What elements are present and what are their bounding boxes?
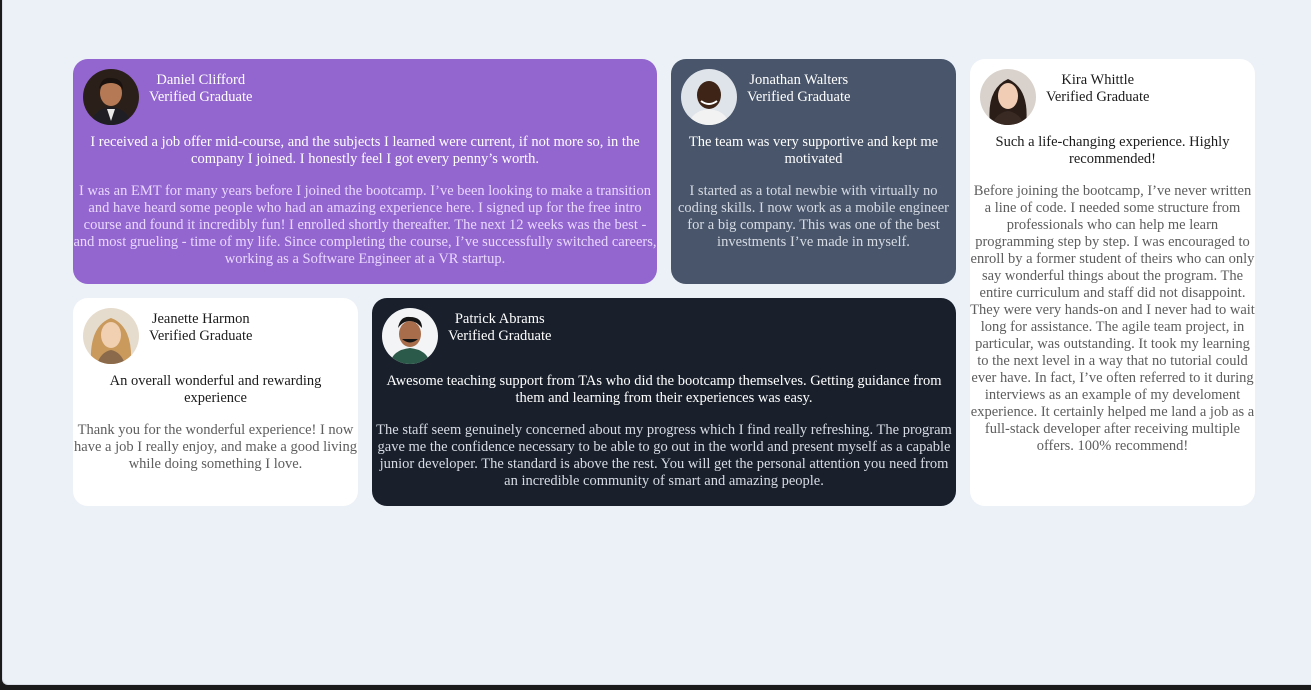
author-info: Patrick Abrams Verified Graduate: [448, 311, 551, 345]
author-info: Jeanette Harmon Verified Graduate: [149, 311, 252, 345]
testimonial-headline: An overall wonderful and rewarding exper…: [109, 373, 322, 406]
testimonial-headline: Awesome teaching support from TAs who di…: [386, 373, 942, 406]
author-info: Jonathan Walters Verified Graduate: [747, 72, 850, 106]
author-role: Verified Graduate: [448, 328, 552, 344]
author-name: Patrick Abrams: [454, 311, 545, 327]
card-header: Daniel Clifford Verified Graduate: [83, 69, 252, 125]
card-header: Patrick Abrams Verified Graduate: [382, 308, 551, 364]
author-info: Kira Whittle Verified Graduate: [1046, 72, 1149, 106]
author-name: Jonathan Walters: [749, 72, 849, 88]
testimonial-card-jonathan: Jonathan Walters Verified Graduate The t…: [671, 59, 956, 284]
testimonial-body: Before joining the bootcamp, I’ve never …: [970, 183, 1255, 454]
testimonial-headline: I received a job offer mid-course, and t…: [90, 134, 640, 167]
testimonial-card-patrick: Patrick Abrams Verified Graduate Awesome…: [372, 298, 956, 506]
avatar: [681, 69, 737, 125]
author-info: Daniel Clifford Verified Graduate: [149, 72, 252, 106]
card-header: Jeanette Harmon Verified Graduate: [83, 308, 252, 364]
card-header: Jonathan Walters Verified Graduate: [681, 69, 850, 125]
testimonial-headline: Such a life-changing experience. Highly …: [995, 134, 1230, 167]
author-role: Verified Graduate: [149, 328, 253, 344]
author-name: Kira Whittle: [1061, 72, 1135, 88]
testimonial-body: I was an EMT for many years before I joi…: [73, 183, 657, 267]
testimonial-body: I started as a total newbie with virtual…: [677, 183, 949, 250]
avatar: [83, 69, 139, 125]
author-role: Verified Graduate: [1046, 89, 1150, 105]
avatar: [382, 308, 438, 364]
author-role: Verified Graduate: [747, 89, 851, 105]
testimonial-body: The staff seem genuinely concerned about…: [376, 422, 952, 489]
testimonials-page: Daniel Clifford Verified Graduate I rece…: [2, 0, 1311, 685]
avatar: [980, 69, 1036, 125]
testimonial-headline: The team was very supportive and kept me…: [688, 134, 939, 167]
testimonial-card-jeanette: Jeanette Harmon Verified Graduate An ove…: [73, 298, 358, 506]
testimonial-card-kira: Kira Whittle Verified Graduate Such a li…: [970, 59, 1255, 506]
testimonial-card-daniel: Daniel Clifford Verified Graduate I rece…: [73, 59, 657, 284]
avatar: [83, 308, 139, 364]
author-name: Jeanette Harmon: [151, 311, 250, 327]
author-role: Verified Graduate: [149, 89, 253, 105]
card-header: Kira Whittle Verified Graduate: [980, 69, 1149, 125]
testimonial-body: Thank you for the wonderful experience! …: [74, 422, 357, 472]
author-name: Daniel Clifford: [156, 72, 246, 88]
